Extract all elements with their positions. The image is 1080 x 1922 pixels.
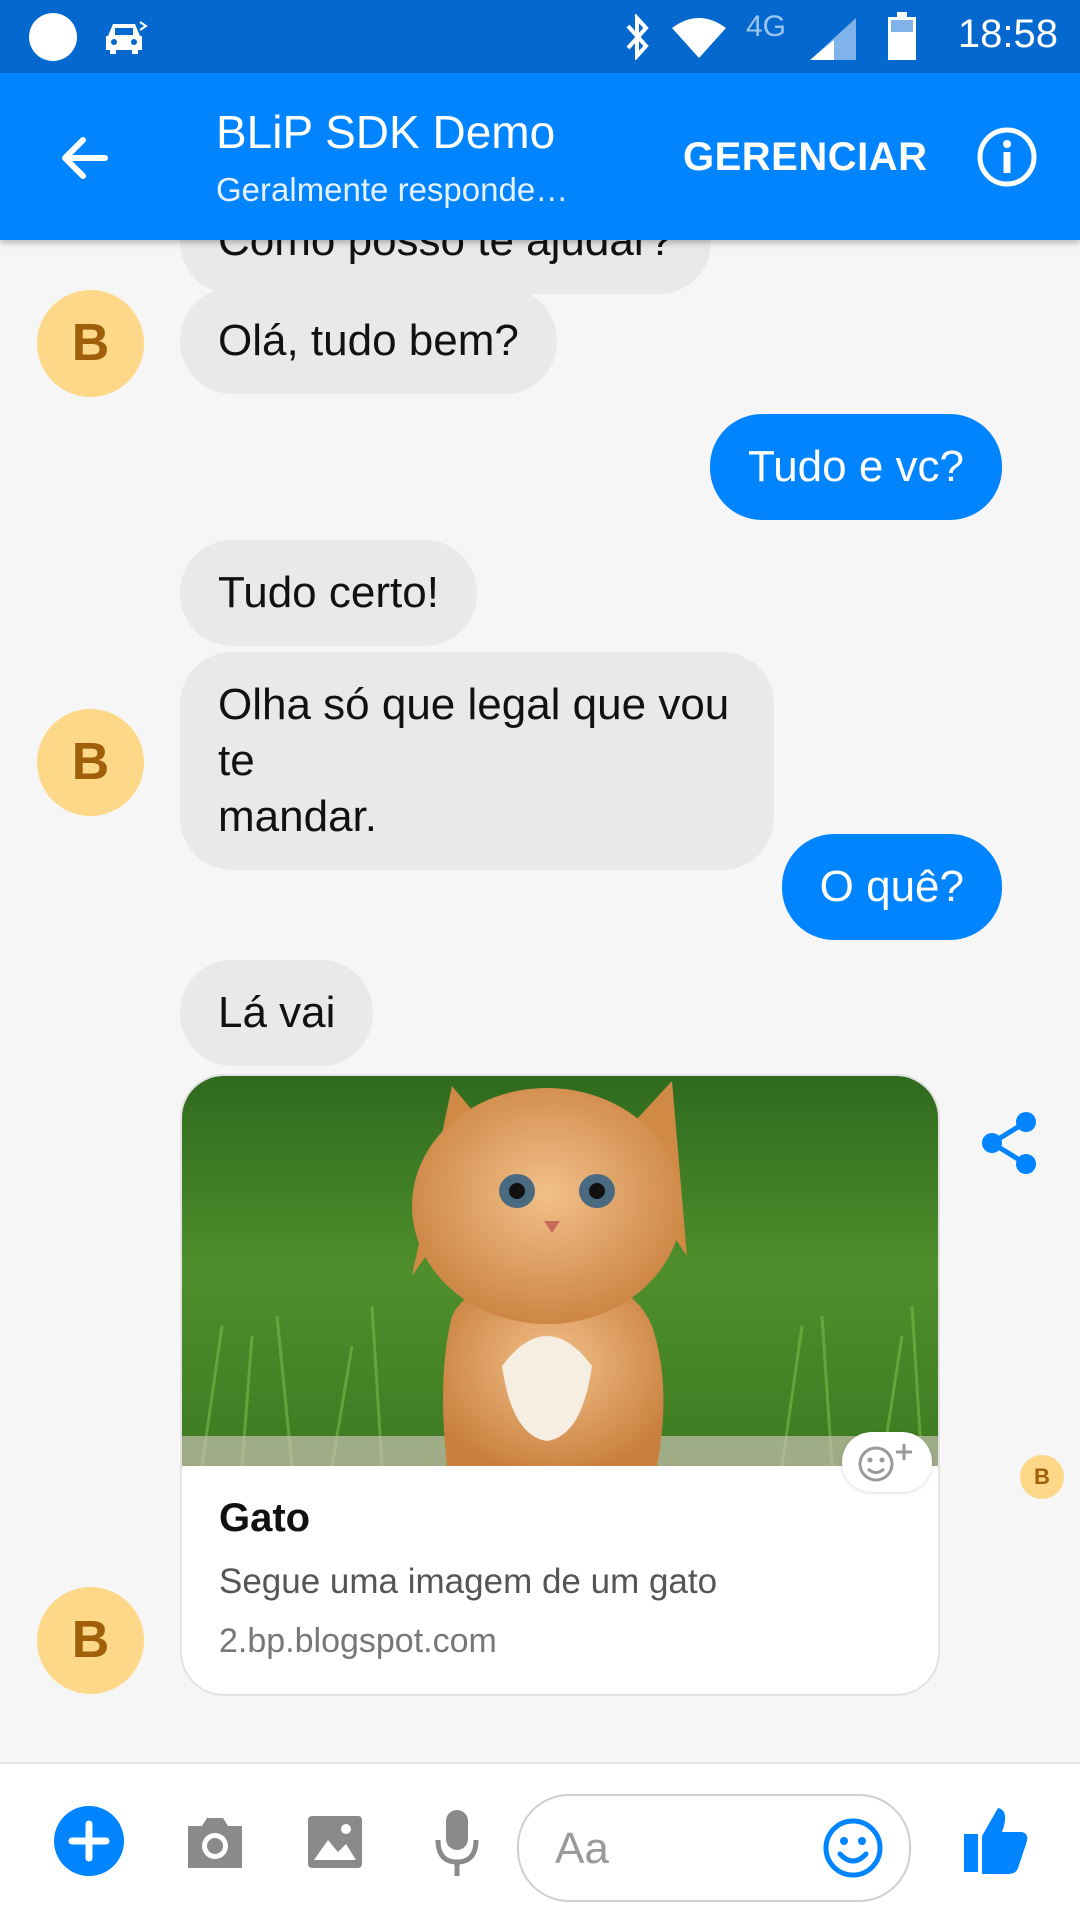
message-bubble-incoming: Olha só que legal que vou te mandar. <box>180 652 774 870</box>
message-bubble-incoming: Tudo certo! <box>180 540 477 646</box>
seen-indicator-avatar: B <box>1020 1455 1064 1499</box>
battery-icon <box>888 12 916 60</box>
message-line: Olha só que legal que vou te <box>218 680 730 785</box>
kitten-photo <box>182 1076 938 1466</box>
message-composer: Aa <box>0 1762 1080 1922</box>
clock: 18:58 <box>957 12 1058 56</box>
thumbs-up-icon[interactable] <box>962 1804 1030 1876</box>
image-icon[interactable] <box>306 1814 364 1870</box>
message-bubble-outgoing: O quê? <box>781 834 1002 940</box>
add-reaction-button[interactable] <box>842 1432 932 1492</box>
network-type-label: 4G <box>746 10 787 43</box>
arrow-left-icon[interactable] <box>55 128 115 188</box>
message-thread[interactable]: Como posso te ajudar? Olá, tudo bem? B T… <box>0 240 1080 1762</box>
response-time-subtitle: Geralmente responde… <box>216 171 569 208</box>
car-icon <box>106 21 148 54</box>
microphone-icon[interactable] <box>432 1806 482 1880</box>
info-icon[interactable] <box>975 125 1039 189</box>
conversation-title[interactable]: BLiP SDK Demo <box>216 105 555 159</box>
avatar[interactable]: B <box>37 1587 144 1694</box>
card-title: Gato <box>219 1496 311 1540</box>
emoji-plus-icon <box>858 1444 912 1482</box>
avatar[interactable]: B <box>37 290 144 397</box>
message-bubble-incoming: Como posso te ajudar? <box>180 240 711 294</box>
message-bubble-incoming: Olá, tudo bem? <box>180 288 557 394</box>
plus-icon[interactable] <box>52 1804 126 1878</box>
manage-button[interactable]: GERENCIAR <box>683 135 928 180</box>
app-bar: BLiP SDK Demo Geralmente responde… GEREN… <box>0 73 1080 240</box>
message-input[interactable]: Aa <box>517 1794 911 1902</box>
message-bubble-incoming: Lá vai <box>180 960 374 1066</box>
attachment-card[interactable]: Gato Segue uma imagem de um gato 2.bp.bl… <box>180 1074 940 1696</box>
emoji-icon[interactable] <box>821 1816 885 1880</box>
kitten-image[interactable] <box>182 1076 938 1466</box>
message-line: mandar. <box>218 792 377 841</box>
signal-icon <box>810 18 856 60</box>
bluetooth-icon <box>626 14 649 60</box>
card-description: Segue uma imagem de um gato <box>219 1562 718 1601</box>
card-url[interactable]: 2.bp.blogspot.com <box>219 1622 497 1661</box>
avatar[interactable]: B <box>37 709 144 816</box>
status-bar: 4G 18:58 <box>0 0 1080 73</box>
message-bubble-outgoing: Tudo e vc? <box>709 414 1002 520</box>
wifi-icon <box>672 18 726 58</box>
notification-dot-icon <box>29 13 77 61</box>
share-icon[interactable] <box>978 1110 1040 1176</box>
camera-icon[interactable] <box>184 1814 246 1870</box>
message-input-placeholder: Aa <box>555 1824 609 1873</box>
